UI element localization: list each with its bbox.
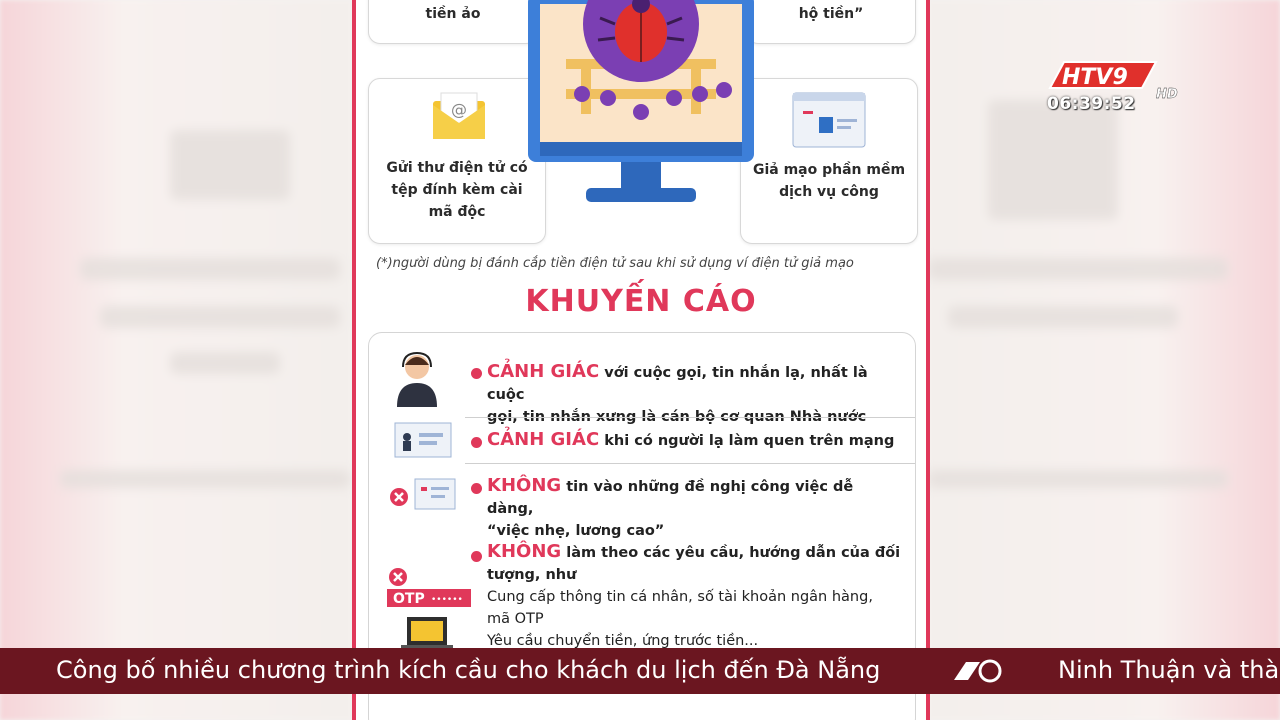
blurred-text-line: [948, 306, 1178, 328]
broadcast-clock: 06:39:52: [1047, 94, 1136, 114]
advice-subitem-cont: mã OTP: [487, 611, 544, 627]
blurred-text-line: [170, 352, 280, 374]
card-money-text: hộ tiền”: [798, 6, 864, 22]
blurred-text-line: [80, 258, 340, 280]
online-chat-icon: [394, 422, 452, 458]
htv-ticker-separator-icon: [954, 659, 1002, 683]
advice-heading: KHUYẾN CÁO: [525, 284, 757, 319]
ticker-next-headline: Ninh Thuận và thà: [1058, 656, 1280, 684]
otp-warning-icon: OTP ••••••: [387, 568, 471, 651]
bullet-dot: [471, 368, 482, 379]
advice-row: CẢNH GIÁC với cuộc gọi, tin nhắn lạ, nhấ…: [369, 347, 915, 425]
news-ticker: Công bố nhiều chương trình kích cầu cho …: [0, 648, 1280, 694]
infographic-panel: tiền ảo hộ tiền” @ Gửi thư điện tử có tệ…: [352, 0, 930, 720]
fake-software-window-icon: [792, 92, 866, 148]
advice-keyword: KHÔNG: [487, 541, 562, 562]
advice-subitem: Cung cấp thông tin cá nhân, số tài khoản…: [487, 589, 873, 605]
advice-keyword: CẢNH GIÁC: [487, 429, 600, 450]
advice-row: CẢNH GIÁC khi có người lạ làm quen trên …: [369, 417, 915, 464]
blurred-backdrop-left: [0, 0, 352, 720]
logo-hd-text: HD: [1156, 87, 1178, 102]
card-money: hộ tiền”: [746, 0, 916, 44]
blurred-text-line: [60, 470, 350, 488]
footnote: (*)người dùng bị đánh cắp tiền điện tử s…: [376, 256, 854, 271]
email-envelope-icon: @: [433, 92, 485, 139]
otp-label: OTP: [393, 591, 425, 607]
bullet-dot: [471, 483, 482, 494]
otp-mask: ••••••: [431, 595, 463, 605]
call-operator-icon: [397, 351, 437, 407]
advice-keyword: CẢNH GIÁC: [487, 361, 600, 382]
card-fake-software: Giả mạo phần mềm dịch vụ công: [740, 78, 918, 244]
blurred-text-line: [928, 258, 1228, 280]
card-software-line-2: dịch vụ công: [779, 184, 879, 200]
logo-channel-text: HTV9: [1062, 65, 1128, 90]
blurred-text-line: [100, 306, 340, 328]
bullet-dot: [471, 437, 482, 448]
card-software-line-1: Giả mạo phần mềm: [752, 162, 906, 178]
card-email-line-1: Gửi thư điện tử có: [386, 160, 528, 176]
card-email-line-2: tệp đính kèm cài: [391, 182, 523, 198]
advice-text-cont: tượng, như: [487, 567, 577, 583]
card-malware-email: @ Gửi thư điện tử có tệp đính kèm cài mã…: [368, 78, 546, 244]
malware-monitor-illustration: [528, 0, 754, 202]
bullet-dot: [471, 551, 482, 562]
ticker-headline: Công bố nhiều chương trình kích cầu cho …: [56, 656, 881, 684]
advice-text: làm theo các yêu cầu, hướng dẫn của đối: [566, 545, 901, 561]
blurred-email-graphic: [170, 130, 290, 200]
advice-subitem: Yêu cầu chuyển tiền, ứng trước tiền...: [487, 633, 759, 649]
advice-row: KHÔNG tin vào những đề nghị công việc dễ…: [369, 463, 915, 539]
card-crypto: tiền ảo: [368, 0, 538, 44]
advice-keyword: KHÔNG: [487, 475, 562, 496]
blurred-text-line: [928, 470, 1228, 488]
email-at-symbol: @: [451, 100, 467, 119]
blurred-software-graphic: [988, 100, 1118, 220]
advice-text: khi có người lạ làm quen trên mạng: [604, 433, 895, 449]
rejected-job-offer-icon: [390, 478, 456, 510]
card-email-line-3: mã độc: [428, 204, 486, 220]
card-crypto-text: tiền ảo: [425, 6, 481, 22]
